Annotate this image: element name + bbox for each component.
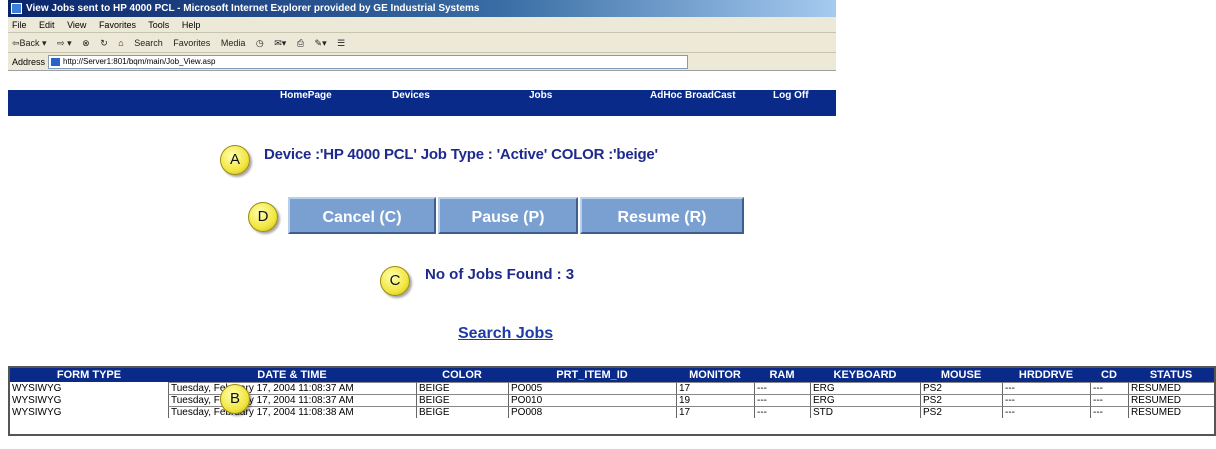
cell-monitor: 17 — [676, 406, 754, 418]
callout-a: A — [220, 145, 250, 175]
nav-adhoc-broadcast[interactable]: AdHoc BroadCast — [650, 90, 736, 116]
forward-button[interactable]: ⇨ ▾ — [57, 38, 72, 48]
jobs-table: FORM TYPE DATE & TIME COLOR PRT_ITEM_ID … — [8, 366, 1216, 436]
col-header-prt-item-id: PRT_ITEM_ID — [508, 368, 676, 382]
cell-hrddrve: --- — [1002, 394, 1090, 406]
nav-jobs[interactable]: Jobs — [529, 90, 552, 116]
address-url: http://Server1:801/bqm/main/Job_View.asp — [63, 57, 216, 66]
edit-icon[interactable]: ✎▾ — [315, 38, 327, 48]
table-row: WYSIWYG Tuesday, February 17, 2004 11:08… — [10, 406, 1214, 418]
mail-icon[interactable]: ✉▾ — [274, 38, 286, 48]
cell-date-time: Tuesday, February 17, 2004 11:08:37 AM — [168, 394, 416, 406]
jobs-found-count: No of Jobs Found : 3 — [425, 266, 575, 283]
home-icon[interactable]: ⌂ — [118, 38, 123, 48]
cell-form-type: WYSIWYG — [12, 406, 62, 418]
cell-status: RESUMED — [1128, 406, 1214, 418]
cell-cd: --- — [1090, 382, 1128, 394]
callout-d: D — [248, 202, 278, 232]
cancel-button[interactable]: Cancel (C) — [288, 197, 436, 234]
table-row: WYSIWYG Tuesday, February 17, 2004 11:08… — [10, 394, 1214, 406]
search-jobs-link[interactable]: Search Jobs — [458, 325, 553, 343]
callout-c: C — [380, 266, 410, 296]
menu-help[interactable]: Help — [182, 20, 201, 30]
nav-homepage[interactable]: HomePage — [280, 90, 332, 116]
cell-prt-item-id: PO005 — [508, 382, 676, 394]
address-input[interactable]: http://Server1:801/bqm/main/Job_View.asp — [48, 55, 688, 69]
menu-view[interactable]: View — [67, 20, 86, 30]
cell-form-type: WYSIWYG — [12, 394, 62, 406]
title-bar: View Jobs sent to HP 4000 PCL - Microsof… — [8, 0, 836, 17]
refresh-icon[interactable]: ↻ — [100, 38, 108, 48]
col-header-monitor: MONITOR — [676, 368, 754, 382]
cell-monitor: 17 — [676, 382, 754, 394]
cell-status: RESUMED — [1128, 382, 1214, 394]
col-header-cd: CD — [1090, 368, 1128, 382]
stop-icon[interactable]: ⊗ — [82, 38, 90, 48]
cell-cd: --- — [1090, 406, 1128, 418]
table-row: WYSIWYG Tuesday, February 17, 2004 11:08… — [10, 382, 1214, 394]
cell-cd: --- — [1090, 394, 1128, 406]
history-icon[interactable]: ◷ — [256, 38, 264, 48]
cell-mouse: PS2 — [920, 394, 1002, 406]
cell-mouse: PS2 — [920, 382, 1002, 394]
callout-b: B — [220, 384, 250, 414]
print-icon[interactable]: ⎙ — [297, 38, 304, 48]
cell-monitor: 19 — [676, 394, 754, 406]
menu-file[interactable]: File — [12, 20, 27, 30]
toolbar: ⇦Back ▾ ⇨ ▾ ⊗ ↻ ⌂ Search Favorites Media… — [8, 33, 836, 53]
cell-color: BEIGE — [416, 382, 508, 394]
cell-color: BEIGE — [416, 394, 508, 406]
cell-ram: --- — [754, 382, 810, 394]
cell-prt-item-id: PO008 — [508, 406, 676, 418]
col-header-color: COLOR — [416, 368, 508, 382]
cell-date-time: Tuesday, February 17, 2004 11:08:37 AM — [168, 382, 416, 394]
cell-hrddrve: --- — [1002, 382, 1090, 394]
cell-hrddrve: --- — [1002, 406, 1090, 418]
pause-button[interactable]: Pause (P) — [438, 197, 578, 234]
menu-favorites[interactable]: Favorites — [99, 20, 136, 30]
col-header-ram: RAM — [754, 368, 810, 382]
nav-devices[interactable]: Devices — [392, 90, 430, 116]
resume-button[interactable]: Resume (R) — [580, 197, 744, 234]
back-button[interactable]: ⇦Back ▾ — [12, 38, 47, 48]
ie-app-icon — [11, 3, 22, 14]
window-title: View Jobs sent to HP 4000 PCL - Microsof… — [26, 3, 480, 14]
cell-keyboard: STD — [810, 406, 920, 418]
menu-tools[interactable]: Tools — [148, 20, 169, 30]
col-header-keyboard: KEYBOARD — [810, 368, 920, 382]
nav-log-off[interactable]: Log Off — [773, 90, 809, 116]
page-icon — [51, 58, 60, 66]
cell-status: RESUMED — [1128, 394, 1214, 406]
col-header-date-time: DATE & TIME — [168, 368, 416, 382]
col-header-hrddrve: HRDDRVE — [1002, 368, 1090, 382]
cell-mouse: PS2 — [920, 406, 1002, 418]
col-header-form-type: FORM TYPE — [10, 368, 168, 382]
menu-edit[interactable]: Edit — [39, 20, 55, 30]
device-info-heading: Device :'HP 4000 PCL' Job Type : 'Active… — [264, 146, 658, 163]
col-header-mouse: MOUSE — [920, 368, 1002, 382]
search-button[interactable]: Search — [134, 38, 163, 48]
discuss-icon[interactable]: ☰ — [337, 38, 345, 48]
media-button[interactable]: Media — [221, 38, 246, 48]
col-header-status: STATUS — [1128, 368, 1214, 382]
site-nav-bar: HomePage Devices Jobs AdHoc BroadCast Lo… — [8, 90, 836, 116]
address-label: Address — [12, 57, 46, 67]
favorites-button[interactable]: Favorites — [173, 38, 210, 48]
table-header-row: FORM TYPE DATE & TIME COLOR PRT_ITEM_ID … — [10, 368, 1214, 382]
cell-keyboard: ERG — [810, 394, 920, 406]
cell-keyboard: ERG — [810, 382, 920, 394]
cell-color: BEIGE — [416, 406, 508, 418]
cell-date-time: Tuesday, February 17, 2004 11:08:38 AM — [168, 406, 416, 418]
cell-prt-item-id: PO010 — [508, 394, 676, 406]
cell-ram: --- — [754, 394, 810, 406]
address-bar: Address http://Server1:801/bqm/main/Job_… — [8, 53, 836, 71]
menu-bar: File Edit View Favorites Tools Help — [8, 17, 836, 33]
cell-form-type: WYSIWYG — [12, 382, 62, 394]
cell-ram: --- — [754, 406, 810, 418]
